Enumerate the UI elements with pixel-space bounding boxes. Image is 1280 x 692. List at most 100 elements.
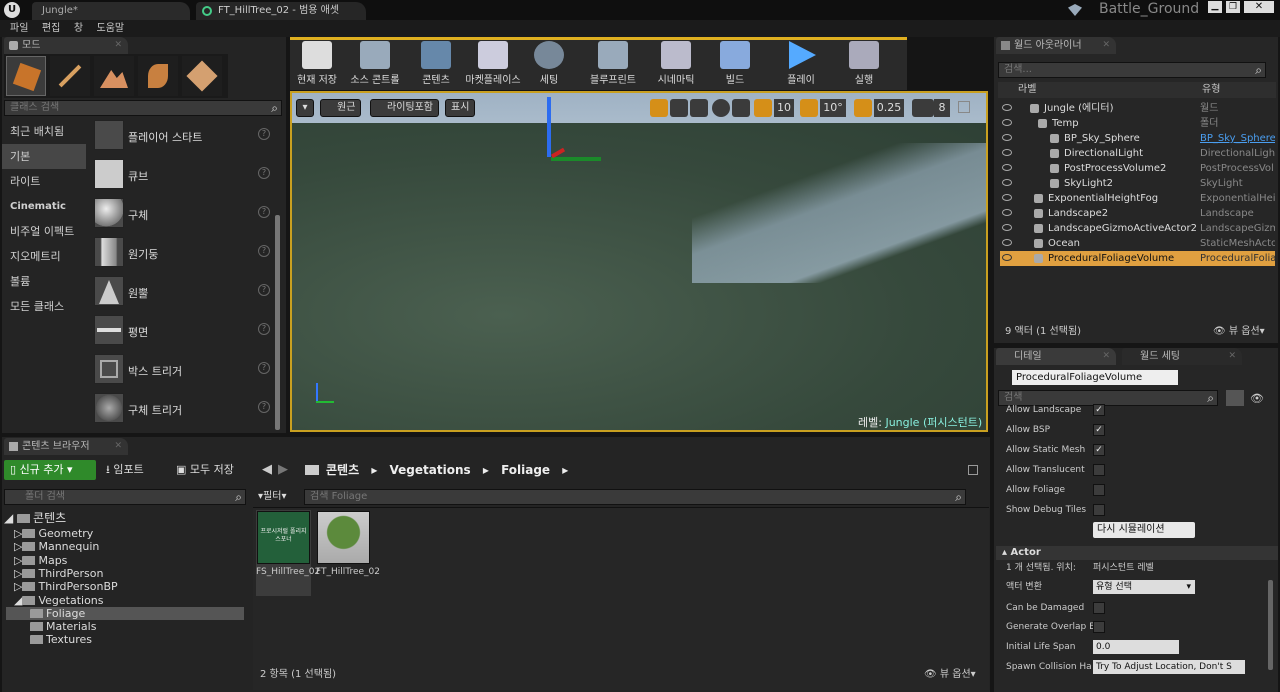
outliner-view-options[interactable]: 👁 뷰 옵션▾ xyxy=(1213,322,1265,337)
place-item-cylinder[interactable]: 원기둥? xyxy=(92,234,274,271)
visibility-eye-icon[interactable] xyxy=(1002,119,1012,126)
life-span-input[interactable]: 0.0 xyxy=(1093,640,1179,654)
category-volumes[interactable]: 볼륨 xyxy=(2,269,86,294)
help-icon[interactable]: ? xyxy=(258,245,270,257)
tree-item-thirdperson[interactable]: ▷ ThirdPerson xyxy=(14,567,104,580)
scale-tool-icon[interactable] xyxy=(690,99,708,117)
outliner-row[interactable]: BP_Sky_Sphere BP_Sky_Sphere xyxy=(1000,131,1275,146)
outliner-row[interactable]: ProceduralFoliageVolume ProceduralFolia xyxy=(1000,251,1275,266)
outliner-row[interactable]: ExponentialHeightFog ExponentialHeig xyxy=(1000,191,1275,206)
menu-file[interactable]: 파일 xyxy=(10,20,28,37)
visibility-eye-icon[interactable] xyxy=(1002,149,1012,156)
visibility-eye-icon[interactable] xyxy=(1002,104,1012,111)
category-geometry[interactable]: 지오메트리 xyxy=(2,244,86,269)
marketplace-button[interactable]: 마켓플레이스 xyxy=(462,38,524,88)
save-current-button[interactable]: 현재 저장 xyxy=(294,38,340,88)
grid-size-value[interactable]: 10 xyxy=(774,99,794,117)
menu-edit[interactable]: 편집 xyxy=(42,20,60,37)
world-local-icon[interactable] xyxy=(712,99,730,117)
visibility-eye-icon[interactable] xyxy=(1002,209,1012,216)
category-lights[interactable]: 라이트 xyxy=(2,169,86,194)
place-item-plane[interactable]: 평면? xyxy=(92,312,274,349)
resimulate-button[interactable]: 다시 시뮬레이션 xyxy=(1093,522,1195,538)
property-checkbox[interactable] xyxy=(1093,504,1105,516)
property-checkbox[interactable]: ✓ xyxy=(1093,404,1105,416)
outliner-row[interactable]: Jungle (에디터) 월드 xyxy=(1000,101,1275,116)
show-button[interactable]: 표시 xyxy=(445,99,476,117)
maximize-button[interactable]: ❐ xyxy=(1226,1,1240,13)
tab-asset[interactable]: FT_HillTree_02 - 범용 애셋 xyxy=(196,2,366,20)
place-item-sphere[interactable]: 구체? xyxy=(92,195,274,232)
content-button[interactable]: 콘텐츠 xyxy=(418,38,454,88)
camera-speed-value[interactable]: 8 xyxy=(934,99,950,117)
object-name-field[interactable]: ProceduralFoliageVolume xyxy=(1012,370,1178,385)
filter-button[interactable]: ▾필터▾ xyxy=(258,489,286,505)
tree-item-thirdpersonbp[interactable]: ▷ ThirdPersonBP xyxy=(14,580,118,593)
spawn-collision-dropdown[interactable]: Try To Adjust Location, Don't S xyxy=(1093,660,1245,674)
cinematics-button[interactable]: 시네마틱 xyxy=(652,38,700,88)
menu-help[interactable]: 도움말 xyxy=(97,20,125,37)
property-checkbox[interactable]: ✓ xyxy=(1093,424,1105,436)
place-item-cone[interactable]: 원뿔? xyxy=(92,273,274,310)
landscape-mode-icon[interactable] xyxy=(94,56,134,96)
rotate-tool-icon[interactable] xyxy=(670,99,688,117)
translate-tool-icon[interactable] xyxy=(650,99,668,117)
place-item-box-trigger[interactable]: 박스 트리거? xyxy=(92,351,274,388)
visibility-eye-icon[interactable] xyxy=(1002,179,1012,186)
asset-fs-hilltree[interactable]: 프로시저럴 폴리지 스포너 FS_HillTree_02 xyxy=(256,510,320,596)
outliner-tab[interactable]: 월드 아웃라이너 ✕ xyxy=(996,37,1116,54)
transform-gizmo[interactable] xyxy=(547,93,607,173)
breadcrumb-content[interactable]: 콘텐츠 xyxy=(326,463,359,477)
unreal-logo-icon[interactable]: U xyxy=(4,2,20,18)
lighting-mode-button[interactable]: 라이팅포함 xyxy=(370,99,439,117)
category-recent[interactable]: 최근 배치됨 xyxy=(2,119,86,144)
tree-item-foliage[interactable]: Foliage xyxy=(6,607,244,620)
add-new-button[interactable]: ▯ 신규 추가 ▾ xyxy=(4,460,96,480)
content-browser-tab[interactable]: 콘텐츠 브라우저 ✕ xyxy=(4,438,128,455)
outliner-row[interactable]: Landscape2 Landscape xyxy=(1000,206,1275,221)
close-button[interactable]: ✕ xyxy=(1244,1,1274,13)
menu-window[interactable]: 창 xyxy=(74,20,83,37)
tree-item-geometry[interactable]: ▷ Geometry xyxy=(14,527,93,540)
visibility-eye-icon[interactable] xyxy=(1002,194,1012,201)
generate-overlap-checkbox[interactable] xyxy=(1093,621,1105,633)
breadcrumb-foliage[interactable]: Foliage xyxy=(501,463,550,477)
tree-item-content[interactable]: ◢ 콘텐츠 xyxy=(4,512,66,525)
launch-button[interactable]: 실행 xyxy=(844,38,884,88)
can-be-damaged-checkbox[interactable] xyxy=(1093,602,1105,614)
grid-snap-icon[interactable] xyxy=(754,99,772,117)
visibility-eye-icon[interactable] xyxy=(1002,254,1012,261)
place-item-player-start[interactable]: 플레이어 스타트? xyxy=(92,117,274,154)
column-label[interactable]: 라벨 xyxy=(1018,82,1036,98)
build-button[interactable]: 빌드 xyxy=(718,38,752,88)
property-checkbox[interactable] xyxy=(1093,464,1105,476)
visibility-eye-icon[interactable] xyxy=(1002,239,1012,246)
help-icon[interactable]: ? xyxy=(258,128,270,140)
tree-item-materials[interactable]: Materials xyxy=(30,620,96,633)
help-icon[interactable]: ? xyxy=(258,284,270,296)
help-icon[interactable]: ? xyxy=(258,401,270,413)
foliage-mode-icon[interactable] xyxy=(138,56,178,96)
category-visual-effects[interactable]: 비주얼 이펙트 xyxy=(2,219,86,244)
rotate-snap-value[interactable]: 10° xyxy=(820,99,846,117)
column-type[interactable]: 유형 xyxy=(1202,82,1220,98)
viewport-options-button[interactable]: ▾ xyxy=(296,99,314,117)
rotate-snap-icon[interactable] xyxy=(800,99,818,117)
place-item-cube[interactable]: 큐브? xyxy=(92,156,274,193)
help-icon[interactable]: ? xyxy=(258,206,270,218)
category-cinematic[interactable]: Cinematic xyxy=(2,194,86,219)
outliner-row[interactable]: Temp 폴더 xyxy=(1000,116,1275,131)
maximize-viewport-icon[interactable] xyxy=(958,101,970,113)
asset-ft-hilltree[interactable]: FT_HillTree_02 xyxy=(316,510,380,596)
tree-item-vegetations[interactable]: ◢ Vegetations xyxy=(14,594,104,607)
category-basic[interactable]: 기본 xyxy=(2,144,86,169)
surface-snap-icon[interactable] xyxy=(732,99,750,117)
visibility-eye-icon[interactable] xyxy=(1002,164,1012,171)
property-checkbox[interactable] xyxy=(1093,484,1105,496)
property-checkbox[interactable]: ✓ xyxy=(1093,444,1105,456)
category-all-classes[interactable]: 모든 클래스 xyxy=(2,294,86,319)
breadcrumb-vegetations[interactable]: Vegetations xyxy=(390,463,471,477)
outliner-row[interactable]: Ocean StaticMeshActor xyxy=(1000,236,1275,251)
paint-mode-icon[interactable] xyxy=(50,56,90,96)
outliner-search-input[interactable]: 검색... ⌕ xyxy=(998,62,1266,78)
